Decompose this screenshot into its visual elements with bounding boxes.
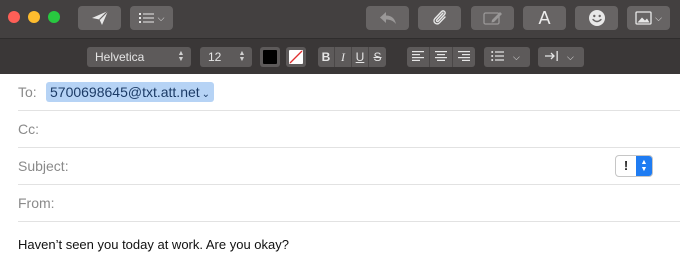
indent-menu[interactable]: ⌵ [538,47,584,67]
cc-field[interactable]: Cc: [18,111,680,148]
from-field[interactable]: From: [18,185,680,222]
text-style-group: B I U S [318,47,386,67]
background-color-well[interactable] [286,47,306,67]
fonts-button[interactable]: A [523,6,566,30]
underline-button[interactable]: U [352,47,369,67]
priority-value: ! [623,158,629,173]
to-field[interactable]: To: 5700698645@txt.att.net ⌄ [18,74,680,111]
reply-button[interactable] [366,6,409,30]
zoom-window-button[interactable] [48,11,60,23]
bulleted-list-icon [484,50,504,64]
send-button[interactable] [78,6,121,30]
align-center-button[interactable] [430,47,453,67]
photo-browser-button[interactable]: ⌵ [627,6,670,30]
toolbar: ⌵ A ⌵ [0,0,680,38]
paperclip-icon [432,9,448,27]
font-size-select[interactable]: 12 ▲ ▼ [200,47,252,67]
recipient-address: 5700698645@txt.att.net [50,84,200,100]
format-bar: Helvetica ▲ ▼ 12 ▲ ▼ B I U S ⌵ ⌵ [0,38,680,74]
up-down-icon: ▲ ▼ [238,50,246,63]
strikethrough-button[interactable]: S [369,47,386,67]
up-down-icon: ▲ ▼ [636,156,652,176]
list-style-menu[interactable]: ⌵ [484,47,530,67]
no-color-swatch [289,50,303,64]
markup-button[interactable] [471,6,514,30]
font-size-value: 12 [208,50,222,64]
priority-select[interactable]: ! ▲ ▼ [615,155,653,177]
indent-icon [538,50,559,64]
up-down-icon: ▲ ▼ [177,50,185,63]
chevron-down-icon: ⌵ [513,51,520,62]
italic-button[interactable]: I [335,47,352,67]
recipient-token[interactable]: 5700698645@txt.att.net ⌄ [46,82,215,102]
chevron-down-icon: ⌵ [157,12,165,23]
fonts-icon: A [538,7,551,28]
font-family-select[interactable]: Helvetica ▲ ▼ [87,47,191,67]
attach-button[interactable] [418,6,461,30]
list-icon [138,12,155,24]
markup-icon [482,10,503,26]
compose-window: ⌵ A ⌵ Helvetica ▲ ▼ 12 ▲ ▼ B I U S ⌵ ⌵ T… [0,0,680,272]
align-center-icon [435,50,447,64]
photo-icon [635,11,652,25]
align-left-button[interactable] [407,47,430,67]
emoji-button[interactable] [575,6,618,30]
alignment-group [407,47,475,67]
to-label: To: [18,84,37,100]
send-icon [91,10,109,26]
reply-icon [379,11,397,25]
from-label: From: [18,195,55,211]
cc-label: Cc: [18,121,39,137]
align-left-icon [412,50,424,64]
chevron-down-icon: ⌵ [567,51,574,62]
close-window-button[interactable] [8,11,20,23]
text-color-swatch [263,50,277,64]
subject-label: Subject: [18,158,69,174]
chevron-down-icon: ⌄ [201,89,211,100]
align-right-button[interactable] [453,47,475,67]
header-fields-menu-button[interactable]: ⌵ [130,6,173,30]
bold-button[interactable]: B [318,47,335,67]
font-family-value: Helvetica [95,50,145,64]
emoji-icon [588,9,606,27]
minimize-window-button[interactable] [28,11,40,23]
subject-field[interactable]: Subject: ! ▲ ▼ [18,148,680,185]
chevron-down-icon: ⌵ [655,12,662,23]
align-right-icon [458,50,470,64]
message-body[interactable]: Haven’t seen you today at work. Are you … [18,237,289,252]
text-color-well[interactable] [260,47,280,67]
